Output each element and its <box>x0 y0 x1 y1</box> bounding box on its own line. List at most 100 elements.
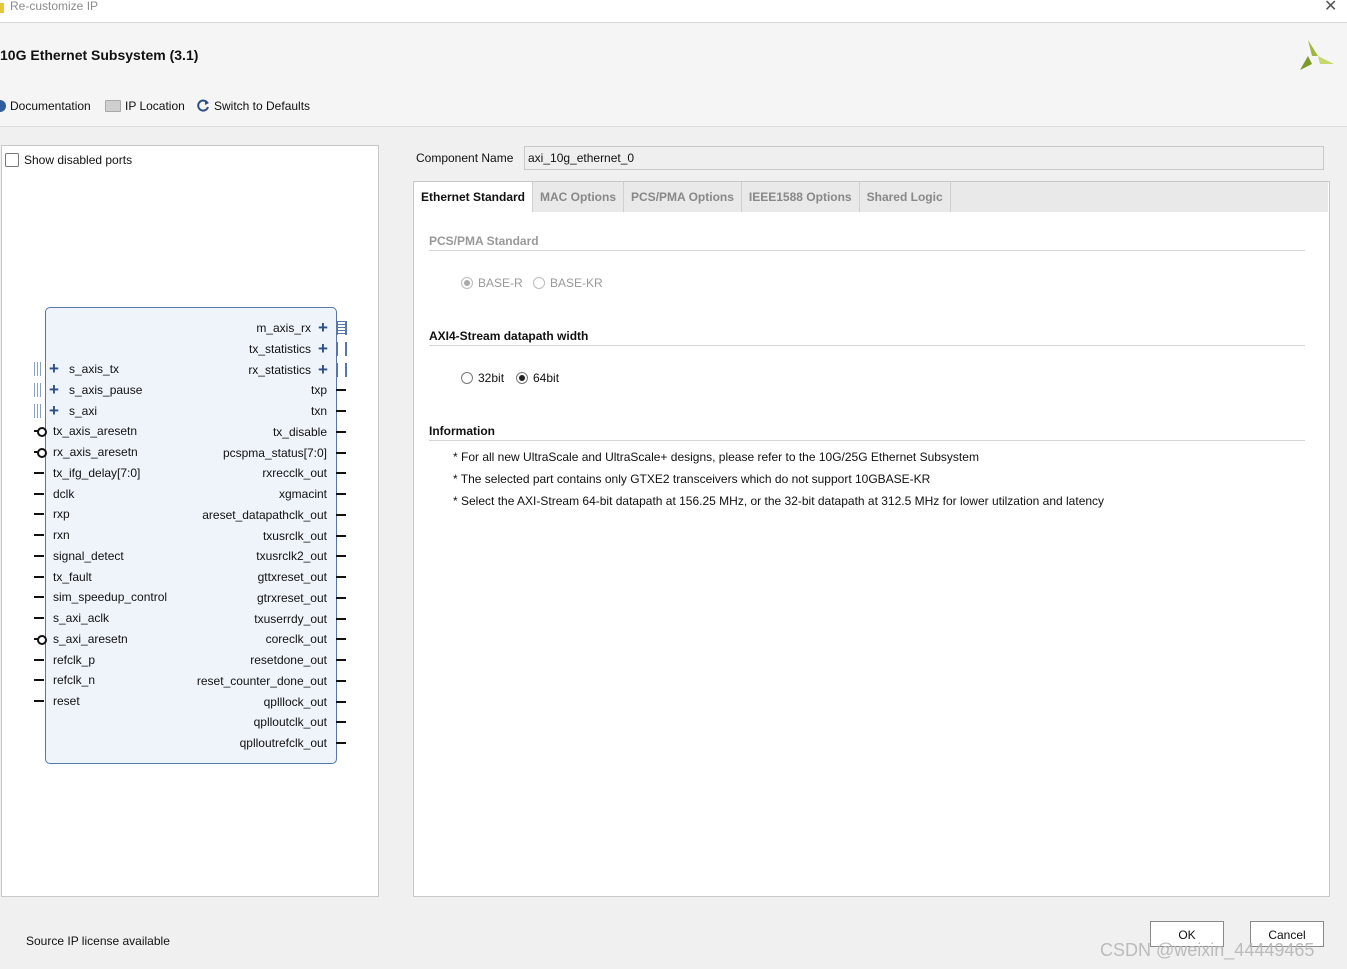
port-pin <box>336 638 346 641</box>
port-label: tx_axis_aresetn <box>53 424 138 439</box>
radio-button[interactable] <box>461 277 473 289</box>
port-label: s_axi <box>69 403 98 418</box>
bus-connector-icon <box>34 403 41 418</box>
base-kr-radio[interactable]: BASE-KR <box>533 276 603 290</box>
port-label: qplllock_out <box>263 694 327 709</box>
port-pin <box>34 658 44 661</box>
port-pin <box>336 451 346 454</box>
expand-plus-icon[interactable]: + <box>318 340 328 357</box>
radio-button[interactable] <box>461 372 473 384</box>
component-name-input[interactable] <box>524 146 1324 170</box>
documentation-button[interactable]: Documentation <box>0 99 91 113</box>
port-pin <box>336 576 346 578</box>
port-pin <box>336 617 346 620</box>
active-low-bubble-icon <box>37 634 47 645</box>
title-bar <box>0 0 1347 23</box>
port-pin <box>34 700 44 702</box>
license-status: Source IP license available <box>26 934 170 948</box>
port-pin <box>336 555 346 558</box>
port-label: tx_fault <box>53 569 92 584</box>
port-pin <box>336 534 346 537</box>
vivado-logo-icon <box>1300 40 1334 70</box>
tab-mac-options[interactable]: MAC Options <box>533 182 625 212</box>
port-label: resetdone_out <box>250 653 327 667</box>
expand-plus-icon[interactable]: + <box>49 360 59 377</box>
port-label: txuserrdy_out <box>254 611 327 626</box>
port-label: txusrclk2_out <box>256 549 327 564</box>
port-pin <box>34 513 44 516</box>
checkbox-box[interactable] <box>5 153 19 167</box>
active-low-bubble-icon <box>37 448 47 458</box>
32bit-radio[interactable]: 32bit <box>461 371 504 385</box>
port-label: qplloutclk_out <box>253 715 327 730</box>
ip-location-button[interactable]: IP Location <box>105 99 185 113</box>
folder-icon <box>105 100 121 112</box>
port-pin <box>336 659 346 661</box>
port-label: signal_detect <box>53 548 124 563</box>
port-label: pcspma_status[7:0] <box>222 445 327 460</box>
expand-plus-icon[interactable]: + <box>49 402 59 419</box>
base-r-radio[interactable]: BASE-R <box>461 276 523 290</box>
port-label: txusrclk_out <box>262 528 327 543</box>
bus-connector-icon <box>336 321 347 335</box>
tab-pcs-pma-options[interactable]: PCS/PMA Options <box>624 182 742 212</box>
port-pin <box>34 554 44 557</box>
port-label: sim_speedup_control <box>53 590 168 605</box>
show-disabled-ports-checkbox[interactable]: Show disabled ports <box>5 153 132 167</box>
component-name-label: Component Name <box>416 151 514 165</box>
port-label: gtrxreset_out <box>256 590 327 605</box>
info-line: * For all new UltraScale and UltraScale+… <box>453 450 979 464</box>
bus-connector-icon <box>34 362 41 376</box>
port-label: txn <box>310 404 327 418</box>
64bit-radio[interactable]: 64bit <box>516 371 559 385</box>
port-pin <box>34 492 44 495</box>
port-pin <box>34 575 44 578</box>
port-label: reset <box>53 694 80 708</box>
bus-connector-icon <box>336 362 347 377</box>
port-label: refclk_n <box>53 673 96 688</box>
expand-plus-icon[interactable]: + <box>49 381 59 398</box>
port-label: rx_statistics <box>248 362 311 377</box>
axi-datapath-heading: AXI4-Stream datapath width <box>429 329 589 343</box>
radio-button[interactable] <box>516 372 528 384</box>
divider <box>429 440 1305 441</box>
port-pin <box>336 700 346 703</box>
app-icon <box>0 3 4 13</box>
port-label: refclk_p <box>53 652 96 667</box>
tab-ieee1588-options[interactable]: IEEE1588 Options <box>741 182 860 212</box>
switch-to-defaults-button[interactable]: Switch to Defaults <box>196 99 310 113</box>
tab-shared-logic[interactable]: Shared Logic <box>859 182 951 212</box>
radio-button[interactable] <box>533 277 545 289</box>
port-pin <box>34 679 44 682</box>
port-label: tx_disable <box>272 424 327 439</box>
port-pin <box>336 410 346 412</box>
port-pin <box>336 679 346 682</box>
port-label: rxp <box>53 507 70 522</box>
port-label: areset_datapathclk_out <box>202 507 327 522</box>
port-pin <box>34 617 44 619</box>
port-pin <box>34 596 44 599</box>
info-line: * Select the AXI-Stream 64-bit datapath … <box>453 494 1105 508</box>
window-title: Re-customize IP <box>10 0 99 13</box>
port-label: s_axis_pause <box>69 382 143 397</box>
port-pin <box>336 430 346 433</box>
port-label: s_axi_aclk <box>53 611 110 625</box>
port-label: rxrecclk_out <box>262 466 327 481</box>
expand-plus-icon[interactable]: + <box>318 361 328 378</box>
info-line: * The selected part contains only GTXE2 … <box>453 472 931 486</box>
bus-connector-icon <box>34 382 41 397</box>
divider <box>429 250 1305 251</box>
port-pin <box>336 742 346 744</box>
port-label: rxn <box>53 528 70 542</box>
port-label: txp <box>310 383 327 398</box>
ip-title: 10G Ethernet Subsystem (3.1) <box>0 47 199 63</box>
port-label: rx_axis_aresetn <box>53 445 138 459</box>
port-label: reset_counter_done_out <box>196 673 327 688</box>
close-icon[interactable]: ✕ <box>1324 0 1337 16</box>
port-pin <box>34 534 44 536</box>
port-label: coreclk_out <box>265 632 327 647</box>
expand-plus-icon[interactable]: + <box>318 319 328 336</box>
watermark: CSDN @weixin_44449465 <box>1100 940 1315 960</box>
tab-ethernet-standard[interactable]: Ethernet Standard <box>414 182 534 212</box>
refresh-icon <box>197 99 209 112</box>
